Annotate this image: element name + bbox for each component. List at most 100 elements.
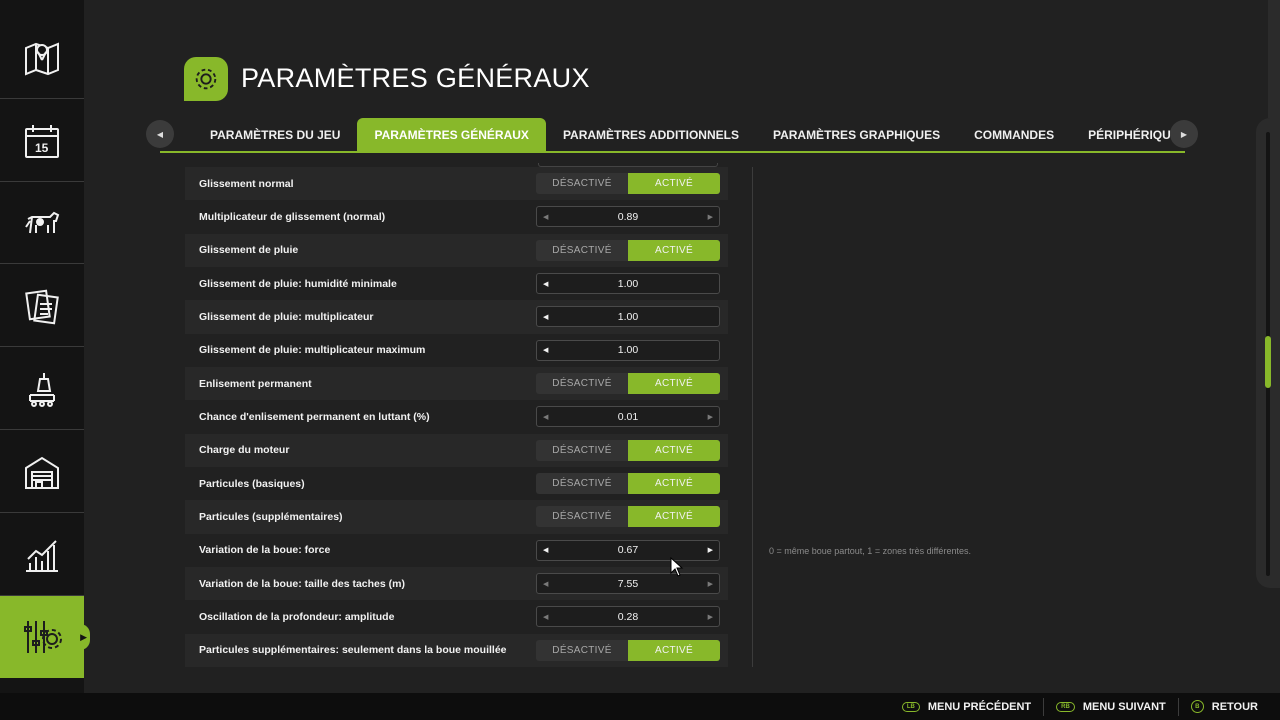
setting-row[interactable]: Variation de la boue: taille des taches … — [185, 566, 728, 601]
toggle-on-option[interactable]: ACTIVÉ — [628, 373, 720, 395]
panel-divider — [752, 167, 753, 667]
setting-toggle[interactable]: DÉSACTIVÉ ACTIVÉ — [536, 239, 720, 261]
decrease-arrow-icon[interactable]: ◀ — [543, 580, 548, 588]
setting-label: Chance d'enlisement permanent en luttant… — [199, 410, 430, 423]
setting-label: Variation de la boue: force — [199, 544, 331, 557]
sidebar-item-animals[interactable] — [0, 182, 84, 264]
back-button[interactable]: B RETOUR — [1177, 697, 1270, 716]
toggle-on-option[interactable]: ACTIVÉ — [628, 473, 720, 495]
setting-row[interactable]: Particules supplémentaires: seulement da… — [185, 633, 728, 667]
setting-label: Glissement de pluie: multiplicateur — [199, 310, 374, 323]
toggle-on-option[interactable]: ACTIVÉ — [628, 506, 720, 528]
decrease-arrow-icon[interactable]: ◀ — [543, 313, 548, 321]
setting-stepper[interactable]: ◀ 1.00 ▶ — [536, 306, 720, 328]
toggle-off-option[interactable]: DÉSACTIVÉ — [536, 239, 628, 261]
increase-arrow-icon[interactable]: ▶ — [708, 580, 713, 588]
decrease-arrow-icon[interactable]: ◀ — [543, 413, 548, 421]
tab-graphics-settings[interactable]: PARAMÈTRES GRAPHIQUES — [756, 118, 957, 152]
sidebar-item-calendar[interactable]: 15 — [0, 100, 84, 182]
toggle-on-option[interactable]: ACTIVÉ — [628, 639, 720, 661]
toggle-off-option[interactable]: DÉSACTIVÉ — [536, 473, 628, 495]
right-edge-panel — [1268, 0, 1280, 118]
page-title: PARAMÈTRES GÉNÉRAUX — [241, 63, 590, 93]
toggle-on-option[interactable]: ACTIVÉ — [628, 239, 720, 261]
setting-stepper[interactable]: ◀ 1.00 ▶ — [536, 339, 720, 361]
setting-label: Glissement de pluie — [199, 244, 299, 257]
stepper-value: 7.55 — [617, 577, 639, 590]
sidebar-item-shed[interactable] — [0, 431, 84, 513]
tab-additional-settings[interactable]: PARAMÈTRES ADDITIONNELS — [546, 118, 756, 152]
decrease-arrow-icon[interactable]: ◀ — [543, 213, 548, 221]
increase-arrow-icon[interactable]: ▶ — [708, 613, 713, 621]
sidebar-item-statistics[interactable] — [0, 514, 84, 596]
setting-stepper[interactable]: ◀ 0.67 ▶ — [536, 539, 720, 561]
toggle-on-option[interactable]: ACTIVÉ — [628, 439, 720, 461]
setting-row[interactable]: Particules (basiques) DÉSACTIVÉ ACTIVÉ — [185, 467, 728, 500]
previous-menu-button[interactable]: LB MENU PRÉCÉDENT — [890, 698, 1043, 716]
tab-underline — [160, 151, 1185, 153]
mouse-cursor-icon — [670, 557, 684, 577]
calendar-icon: 15 — [25, 124, 59, 158]
toggle-off-option[interactable]: DÉSACTIVÉ — [536, 439, 628, 461]
toggle-off-option[interactable]: DÉSACTIVÉ — [536, 639, 628, 661]
setting-label: Glissement normal — [199, 177, 294, 190]
tab-general-settings[interactable]: PARAMÈTRES GÉNÉRAUX — [357, 118, 546, 152]
setting-toggle[interactable]: DÉSACTIVÉ ACTIVÉ — [536, 506, 720, 528]
setting-toggle[interactable]: DÉSACTIVÉ ACTIVÉ — [536, 373, 720, 395]
setting-row[interactable]: Enlisement permanent DÉSACTIVÉ ACTIVÉ — [185, 366, 728, 401]
decrease-arrow-icon[interactable]: ◀ — [543, 280, 548, 288]
toggle-off-option[interactable]: DÉSACTIVÉ — [536, 173, 628, 195]
setting-row[interactable]: Glissement normal DÉSACTIVÉ ACTIVÉ — [185, 167, 728, 201]
setting-stepper[interactable]: ◀ 0.01 ▶ — [536, 406, 720, 428]
footer-bar: LB MENU PRÉCÉDENT RB MENU SUIVANT B RETO… — [0, 693, 1280, 720]
tab-prev-button[interactable]: ◀ — [146, 120, 174, 148]
tab-game-settings[interactable]: PARAMÈTRES DU JEU — [193, 118, 357, 152]
decrease-arrow-icon[interactable]: ◀ — [543, 613, 548, 621]
setting-description: 0 = même boue partout, 1 = zones très di… — [769, 546, 971, 556]
increase-arrow-icon[interactable]: ▶ — [708, 213, 713, 221]
next-menu-label: MENU SUIVANT — [1082, 700, 1166, 713]
setting-row[interactable]: Particules (supplémentaires) DÉSACTIVÉ A… — [185, 500, 728, 534]
setting-row[interactable]: Chance d'enlisement permanent en luttant… — [185, 400, 728, 433]
setting-stepper[interactable]: ◀ 0.28 ▶ — [536, 606, 720, 628]
setting-row[interactable]: Glissement de pluie DÉSACTIVÉ ACTIVÉ — [185, 233, 728, 267]
setting-label: Multiplicateur de glissement (normal) — [199, 210, 386, 223]
sidebar-item-map[interactable] — [0, 17, 84, 99]
setting-row[interactable]: Multiplicateur de glissement (normal) ◀ … — [185, 200, 728, 233]
toggle-off-option[interactable]: DÉSACTIVÉ — [536, 373, 628, 395]
shed-icon — [25, 456, 59, 489]
setting-toggle[interactable]: DÉSACTIVÉ ACTIVÉ — [536, 473, 720, 495]
sidebar-item-production[interactable] — [0, 348, 84, 430]
setting-row[interactable]: Glissement de pluie: multiplicateur ◀ 1.… — [185, 300, 728, 334]
increase-arrow-icon[interactable]: ▶ — [708, 546, 713, 554]
toggle-on-option[interactable]: ACTIVÉ — [628, 173, 720, 195]
setting-toggle[interactable]: DÉSACTIVÉ ACTIVÉ — [536, 439, 720, 461]
settings-list: Glissement normal DÉSACTIVÉ ACTIVÉ Multi… — [185, 167, 728, 667]
setting-row[interactable]: Charge du moteur DÉSACTIVÉ ACTIVÉ — [185, 433, 728, 467]
decrease-arrow-icon[interactable]: ◀ — [543, 346, 548, 354]
setting-row[interactable]: Glissement de pluie: multiplicateur maxi… — [185, 334, 728, 367]
decrease-arrow-icon[interactable]: ◀ — [543, 546, 548, 554]
stepper-value: 0.01 — [617, 410, 639, 423]
setting-toggle[interactable]: DÉSACTIVÉ ACTIVÉ — [536, 639, 720, 661]
tab-next-button[interactable]: ▶ — [1170, 120, 1198, 148]
setting-row[interactable]: Oscillation de la profondeur: amplitude … — [185, 600, 728, 633]
setting-row-selected[interactable]: Variation de la boue: force ◀ 0.67 ▶ — [185, 534, 728, 567]
setting-toggle[interactable]: DÉSACTIVÉ ACTIVÉ — [536, 173, 720, 195]
setting-stepper[interactable]: ◀ 1.00 ▶ — [536, 273, 720, 295]
previous-menu-label: MENU PRÉCÉDENT — [927, 700, 1032, 713]
header-gear-icon — [184, 57, 228, 101]
next-menu-button[interactable]: RB MENU SUIVANT — [1043, 697, 1178, 716]
stepper-value: 1.00 — [617, 310, 639, 323]
increase-arrow-icon[interactable]: ▶ — [708, 413, 713, 421]
setting-label: Oscillation de la profondeur: amplitude — [199, 610, 395, 623]
setting-stepper[interactable]: ◀ 0.89 ▶ — [536, 206, 720, 228]
sidebar-item-contracts[interactable] — [0, 265, 84, 347]
toggle-off-option[interactable]: DÉSACTIVÉ — [536, 506, 628, 528]
scrollbar-thumb[interactable] — [1265, 336, 1271, 388]
setting-stepper[interactable]: ◀ 7.55 ▶ — [536, 573, 720, 595]
setting-label: Charge du moteur — [199, 444, 290, 457]
setting-row[interactable]: Glissement de pluie: humidité minimale ◀… — [185, 267, 728, 300]
sidebar-item-settings[interactable]: ▶ — [0, 596, 90, 678]
tab-controls[interactable]: COMMANDES — [957, 118, 1071, 152]
